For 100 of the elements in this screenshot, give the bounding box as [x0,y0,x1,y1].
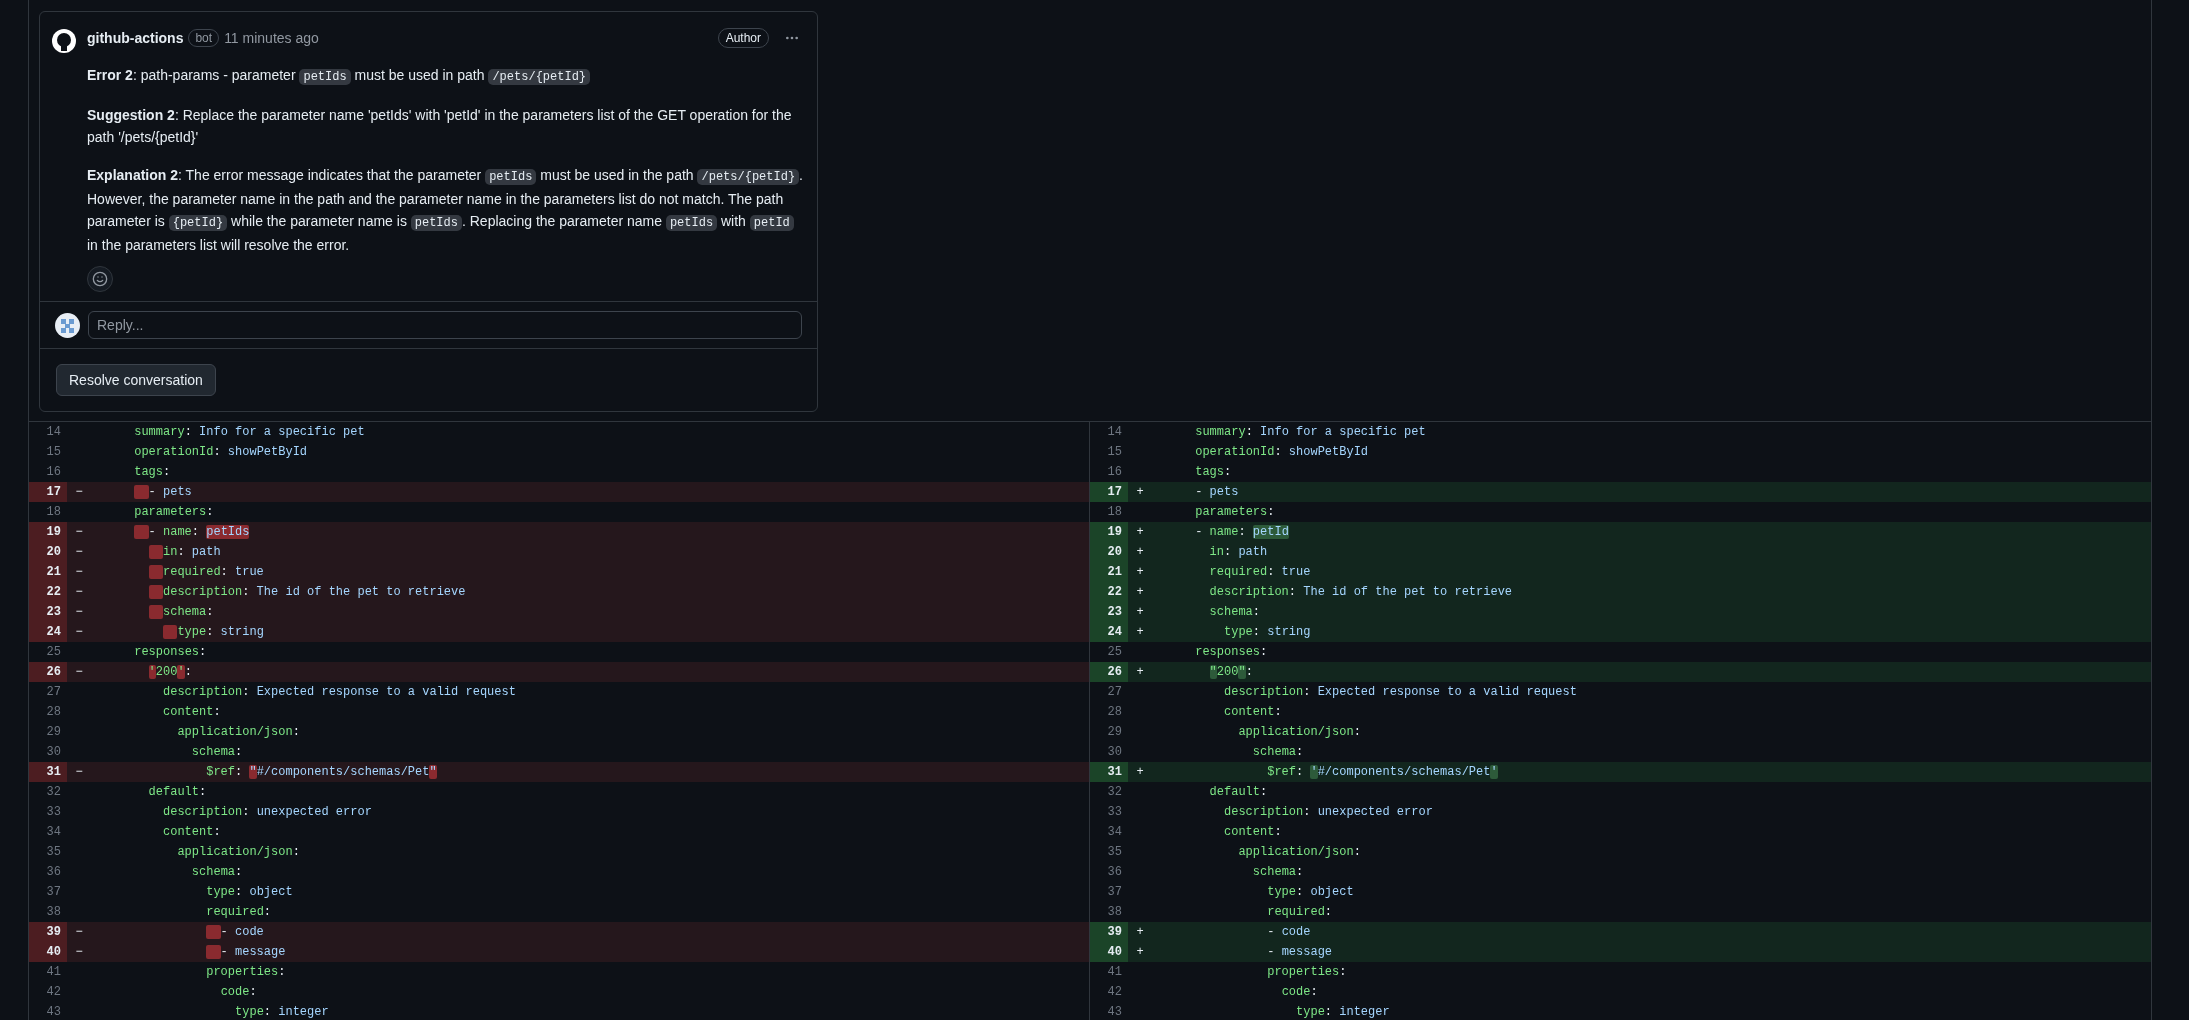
code-line: description: The id of the pet to retrieve [91,583,466,601]
code-line: description: unexpected error [162,804,372,821]
code-line: content: [1223,704,1282,721]
line-number: 28 [45,704,62,721]
line-number: 32 [1106,784,1123,801]
code-line: - code [91,923,264,941]
code-line: operationId: showPetById [1194,444,1369,461]
code-line: default: [147,784,207,801]
code-line: properties: [205,964,286,981]
line-number: 41 [1106,964,1123,981]
code-line: - message [91,943,286,961]
diff-sign: + [1136,564,1144,581]
code-line: type: string [91,623,264,641]
line-number: 31 [1090,762,1128,782]
code-line: - code [1266,924,1311,941]
line-number: 30 [1106,744,1123,761]
code-line: parameters: [133,504,214,521]
line-number: 25 [45,644,62,661]
avatar-icon [51,28,77,54]
line-number: 42 [1106,984,1123,1001]
code-line: schema: [1251,744,1304,761]
code-line: type: object [1266,884,1354,901]
code-line: required: [205,904,272,921]
line-number: 17 [1090,482,1128,502]
line-number: 35 [1106,844,1123,861]
line-number: 20 [29,542,67,562]
line-number: 20 [1090,542,1128,562]
code-line: - name: petIds [91,523,250,541]
avatar [55,312,80,338]
diff-sign: + [1136,624,1144,641]
reply-field[interactable]: Reply... [88,311,802,339]
code-line: properties: [1266,964,1347,981]
code-line: "200": [1208,664,1253,681]
diff-sign: + [1136,664,1144,681]
line-number: 40 [1090,942,1128,962]
code-line: application/json: [1237,844,1361,861]
line-number: 16 [45,464,62,481]
code-line: - message [1266,944,1333,961]
code-line: content: [162,704,221,721]
code-line: code: [1280,984,1318,1001]
line-number: 43 [1106,1004,1123,1020]
diff-sign: − [75,764,83,781]
line-number: 26 [1090,662,1128,682]
diff-sign: + [1136,764,1144,781]
line-number: 19 [29,522,67,542]
line-number: 37 [1106,884,1123,901]
diff-sign: − [75,524,83,541]
smiley-icon [92,271,108,287]
resolve-conversation-button[interactable]: Resolve conversation [56,364,216,396]
line-number: 38 [45,904,62,921]
add-reaction-button[interactable] [87,266,113,292]
diff-sign: + [1136,544,1144,561]
code-line: responses: [133,644,207,661]
code-line: - pets [91,483,192,501]
code-line: schema: [190,744,243,761]
code-line: - pets [1194,484,1239,501]
line-number: 34 [45,824,62,841]
code-line: summary: Info for a specific pet [133,424,365,441]
code-line: description: The id of the pet to retrieve [1208,584,1513,601]
comment-paragraph: Suggestion 2: Replace the parameter name 'petIds' with 'petId' in the parameters list of the GET operation for the path '/pets/{petId}' [87,106,793,147]
code-line: application/json: [176,844,300,861]
line-number: 33 [1106,804,1123,821]
line-number: 16 [1106,464,1123,481]
code-line: summary: Info for a specific pet [1194,424,1426,441]
code-line: content: [1223,824,1282,841]
author-name[interactable]: github-actions [87,27,184,49]
diff-sign: + [1136,924,1144,941]
code-line: '200': [147,664,192,681]
line-number: 17 [29,482,67,502]
code-line: required: [1266,904,1333,921]
line-number: 24 [29,622,67,642]
diff-sign: − [75,604,83,621]
line-number: 35 [45,844,62,861]
code-line: type: string [1223,624,1311,641]
line-number: 33 [45,804,62,821]
line-number: 31 [29,762,67,782]
comment-paragraph: Explanation 2: The error message indicates that the parameter petIds must be used in the path /pets/{petId} . However, the parameter name in the path and the parameter name in the parameters list do not match. The path parameter is {petId} while the parameter name is petIds . Replacing the parameter name petIds with petId in the parameters list will resolve the error. [87,166,804,255]
line-number: 36 [45,864,62,881]
line-number: 36 [1106,864,1123,881]
diff-sign: + [1136,584,1144,601]
timestamp[interactable]: 11 minutes ago [224,27,319,49]
code-line: type: integer [234,1004,329,1020]
code-line: operationId: showPetById [133,444,308,461]
line-number: 29 [1106,724,1123,741]
code-line: $ref: "#/components/schemas/Pet" [205,764,437,781]
line-number: 39 [1090,922,1128,942]
line-number: 27 [1106,684,1123,701]
line-number: 39 [29,922,67,942]
diff-sign: − [75,564,83,581]
line-number: 23 [29,602,67,622]
code-line: content: [162,824,221,841]
line-number: 41 [45,964,62,981]
line-number: 18 [45,504,62,521]
line-number: 21 [1090,562,1128,582]
line-number: 42 [45,984,62,1001]
diff-sign: − [75,544,83,561]
comment-paragraph: Error 2: path-params - parameter petIds must be used in path /pets/{petId} [87,64,806,88]
code-line: in: path [91,543,221,561]
code-line: in: path [1208,544,1268,561]
line-number: 15 [1106,444,1123,461]
